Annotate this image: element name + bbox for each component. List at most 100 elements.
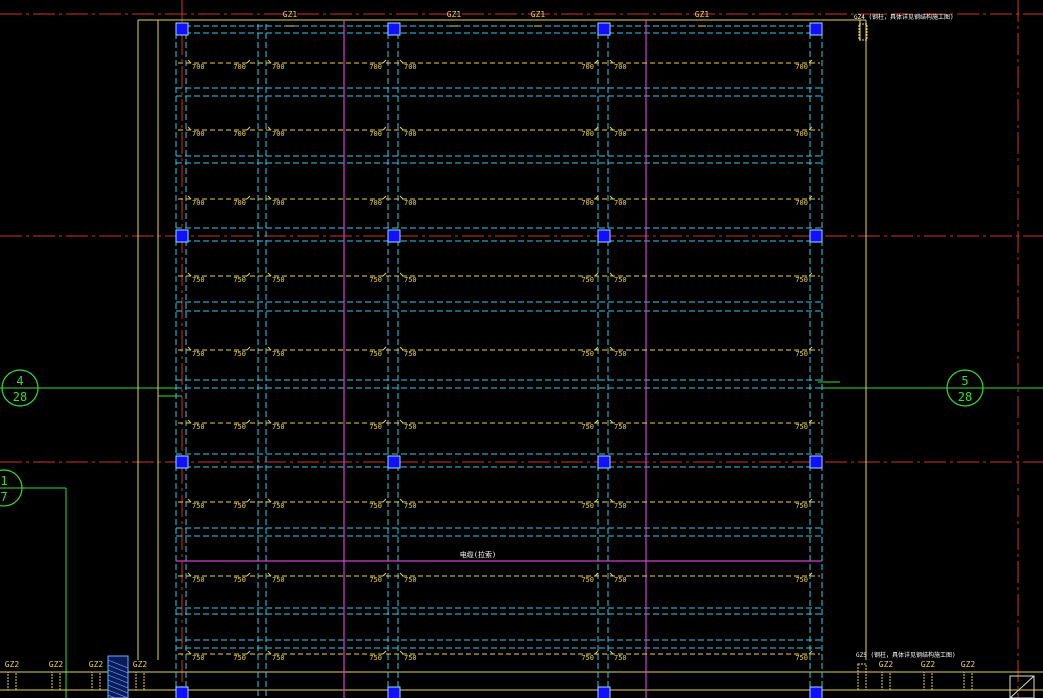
lower-tick-1-2a [399,346,404,351]
center-cable-note: 电缆(拉索) [460,550,496,559]
bottom-left-hatch-column-2 [91,671,101,691]
steel-column-0-0 [175,22,189,36]
lower-dimension-1-3a: 750 [614,350,627,358]
steel-column-3-0 [175,686,189,698]
upper-dimension-0-1b: 700 [369,63,382,71]
lower-dimension-3-1a: 750 [272,502,285,510]
lower-dimension-2-2a: 750 [404,423,417,431]
bottom-left-hatch-column-1 [51,671,61,691]
lower-tick-5-2a [399,650,404,655]
lower-tick-1-1b [382,346,387,351]
lower-tick-0-1b [382,272,387,277]
upper-dimension-2-3a: 700 [614,199,627,207]
upper-tick-2-1b [382,195,387,200]
steel-column-1-0 [175,229,189,243]
lower-dimension-3-0b: 750 [233,502,246,510]
lower-dimension-1-2a: 750 [404,350,417,358]
lower-tick-4-1b [382,572,387,577]
bottom-right-column-note: GZ5 (钢柱，具体详见钢结构施工图) [856,651,956,659]
lower-dimension-0-0b: 750 [233,276,246,284]
lower-dimension-4-1a: 750 [272,576,285,584]
steel-column-3-3 [809,686,823,698]
bottom-right-column-label-0: GZ2 [879,660,894,669]
lower-dimension-2-1a: 750 [272,423,285,431]
lower-tick-3-2a [399,498,404,503]
lower-dimension-0-0a: 750 [192,276,205,284]
upper-dimension-1-2b: 700 [581,130,594,138]
upper-dimension-1-2a: 700 [404,130,417,138]
bottom-right-hatch-column-main [857,663,867,691]
lower-dimension-2-1b: 750 [369,423,382,431]
upper-tick-0-0b [246,59,251,64]
upper-dimension-0-3a: 700 [614,63,627,71]
upper-dimension-1-3b: 700 [795,130,808,138]
lower-tick-0-0b [246,272,251,277]
lower-tick-1-0b [246,346,251,351]
bottom-left-column-label-1: GZ2 [49,660,64,669]
upper-dimension-0-0b: 700 [233,63,246,71]
steel-column-3-1 [387,686,401,698]
lower-dimension-0-3a: 750 [614,276,627,284]
bottom-right-hatch-stroke [1009,675,1035,698]
upper-dimension-2-1a: 700 [272,199,285,207]
steel-column-1-1 [387,229,401,243]
upper-tick-1-0b [246,126,251,131]
upper-dimension-2-2b: 700 [581,199,594,207]
grid-bubble-4-number: 4 [16,374,23,388]
cad-drawing-viewport[interactable]: 700 700 700 700 700 700 700 700 700 700 700 700 700 7… [0,0,1043,698]
lower-dimension-2-2b: 750 [581,423,594,431]
steel-column-0-1 [387,22,401,36]
lower-dimension-5-2b: 750 [581,654,594,662]
grid-bubble-5-number: 5 [961,374,968,388]
lower-dimension-4-3a: 750 [614,576,627,584]
grid-bubble-4-sheet: 28 [13,390,27,404]
upper-dimension-1-1a: 700 [272,130,285,138]
upper-dimension-0-0a: 700 [192,63,205,71]
grid-bubble-5-sheet: 28 [958,390,972,404]
lower-dimension-1-1b: 750 [369,350,382,358]
lower-dimension-4-3b: 750 [795,576,808,584]
lower-tick-4-0b [246,572,251,577]
bottom-right-column-label-2: GZ2 [961,660,976,669]
bottom-left-column-label-2: GZ2 [89,660,104,669]
upper-tick-2-2a [399,195,404,200]
lower-tick-3-1b [382,498,387,503]
upper-dimension-2-2a: 700 [404,199,417,207]
lower-dimension-0-1a: 750 [272,276,285,284]
lower-dimension-1-3b: 750 [795,350,808,358]
upper-tick-1-1b [382,126,387,131]
upper-dimension-0-1a: 700 [272,63,285,71]
lower-tick-0-2a [399,272,404,277]
lower-dimension-1-0a: 750 [192,350,205,358]
lower-dimension-3-3a: 750 [614,502,627,510]
top-column-label-0: GZ1 [283,10,298,19]
lower-dimension-4-1b: 750 [369,576,382,584]
lower-dimension-3-3b: 750 [795,502,808,510]
steel-column-2-2 [597,455,611,469]
lower-tick-4-2a [399,572,404,577]
lower-dimension-5-0b: 750 [233,654,246,662]
lower-dimension-4-2b: 750 [581,576,594,584]
lower-dimension-5-2a: 750 [404,654,417,662]
bottom-right-hatch-column-0 [881,671,891,691]
upper-dimension-2-1b: 700 [369,199,382,207]
upper-dimension-0-3b: 700 [795,63,808,71]
lower-dimension-3-2b: 750 [581,502,594,510]
grid-bubble-1-number: 1 [0,474,7,488]
grid-bubble-1-sheet: 7 [0,490,7,504]
upper-tick-0-1b [382,59,387,64]
top-column-label-3: GZ1 [695,10,710,19]
bottom-right-column-label-1: GZ2 [921,660,936,669]
lower-tick-5-0b [246,650,251,655]
lower-dimension-3-2a: 750 [404,502,417,510]
lower-dimension-4-2a: 750 [404,576,417,584]
bottom-left-column-label-3: GZ2 [133,660,148,669]
steel-column-3-2 [597,686,611,698]
lower-dimension-5-3b: 750 [795,654,808,662]
upper-dimension-1-0a: 700 [192,130,205,138]
upper-dimension-1-3a: 700 [614,130,627,138]
lower-tick-5-1b [382,650,387,655]
bottom-left-column-label-0: GZ2 [5,660,20,669]
upper-dimension-0-2b: 700 [581,63,594,71]
lower-dimension-5-1b: 750 [369,654,382,662]
